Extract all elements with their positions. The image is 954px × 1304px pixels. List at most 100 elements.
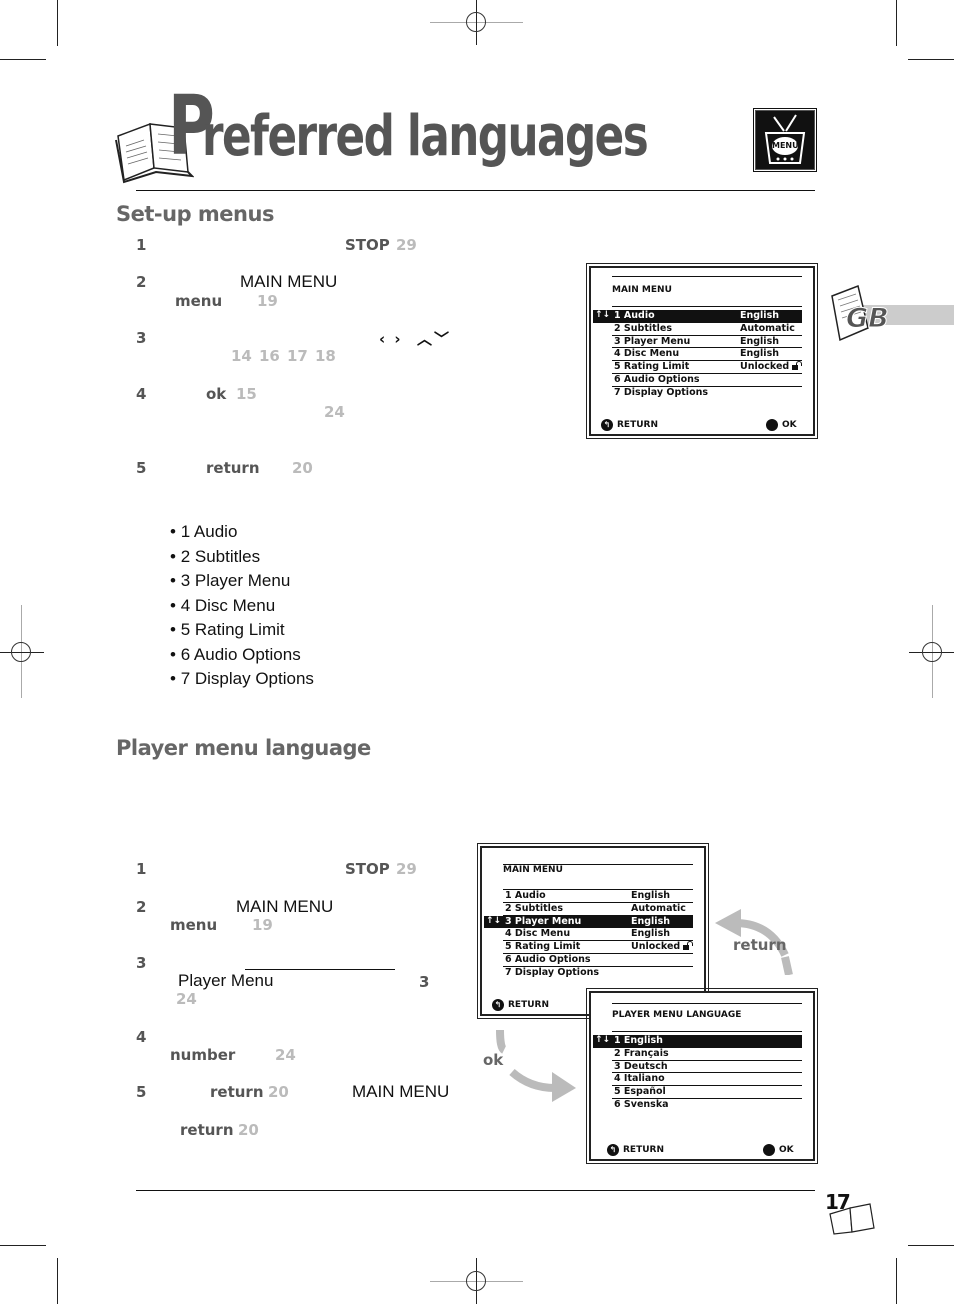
key-menu: menu (170, 916, 218, 934)
menu-item[interactable]: 5 Rating Limit Unlocked (503, 941, 693, 954)
menu-item[interactable]: 1 Audio English (612, 310, 802, 323)
menu-item-label: 5 Español (614, 1086, 666, 1098)
list-item: 7 Display Options (170, 667, 314, 692)
menu-item[interactable]: 4 Italiano (612, 1073, 802, 1087)
menu-item[interactable]: 2 Subtitles Automatic (612, 323, 802, 336)
up-down-arrows-icon: ↑↓ (484, 915, 504, 929)
ok-button[interactable]: OK (763, 1144, 794, 1156)
key-number: number (170, 1046, 236, 1064)
step-number: 5 (136, 459, 147, 477)
menu-item[interactable]: 3 Player Menu English (503, 915, 693, 929)
menu-item-label: 2 Subtitles (505, 902, 564, 914)
page-ref: 19 (257, 292, 278, 310)
menu-item-value: English (740, 335, 779, 347)
list-item: 6 Audio Options (170, 643, 314, 668)
menu-item-label: 2 Subtitles (614, 322, 673, 334)
return-button[interactable]: ↰ RETURN (607, 1144, 664, 1156)
ok-arrow-icon (496, 1030, 576, 1102)
step-number: 1 (136, 236, 147, 254)
crop-mark (0, 59, 46, 60)
ok-button[interactable]: OK (766, 419, 797, 431)
crop-mark (0, 1245, 46, 1246)
screen-title: MAIN MENU (503, 865, 563, 875)
crop-mark (896, 1258, 897, 1304)
menu-item[interactable]: 1 English (612, 1035, 802, 1048)
menu-item-label: 4 Disc Menu (614, 348, 680, 360)
menu-item-label: 2 Français (614, 1047, 669, 1059)
menu-item-label: 1 Audio (505, 890, 546, 901)
return-label: RETURN (623, 1145, 664, 1155)
menu-item-value: English (631, 928, 670, 940)
page-ref: 20 (238, 1121, 259, 1139)
crop-mark (908, 59, 954, 60)
menu-item[interactable]: 6 Audio Options (612, 374, 802, 387)
step-number: 3 (136, 329, 147, 347)
menu-item-value: English (631, 915, 670, 927)
page-ref: 24 (275, 1046, 296, 1064)
menu-item-value: Unlocked (631, 941, 681, 953)
page-ref: 19 (252, 916, 273, 934)
key-return: return (210, 1083, 264, 1101)
section-heading-player-menu-language: Player menu language (116, 736, 371, 760)
menu-item[interactable]: 1 Audio English (503, 890, 693, 903)
page-ref: 17 (287, 347, 308, 365)
menu-item-label: 1 Audio (614, 310, 655, 321)
unlocked-padlock-icon (683, 941, 693, 951)
menu-item[interactable]: 2 Français (612, 1048, 802, 1061)
menu-tv-icon: MENU (753, 108, 817, 172)
menu-item-label: 3 Player Menu (614, 335, 691, 347)
menu-item-label: 6 Audio Options (505, 954, 591, 965)
section-heading-setup: Set-up menus (116, 202, 274, 226)
step-number: 2 (136, 898, 147, 916)
menu-name: MAIN MENU (240, 272, 338, 291)
list-item: 4 Disc Menu (170, 594, 314, 619)
menu-options-list: 1 Audio 2 Subtitles 3 Player Menu 4 Disc… (170, 520, 314, 692)
menu-item-value: English (740, 310, 779, 321)
underline (245, 969, 395, 970)
page-ref: 15 (236, 385, 257, 403)
return-button[interactable]: ↰ RETURN (601, 419, 658, 431)
return-label: RETURN (617, 420, 658, 430)
menu-item-label: 5 Rating Limit (505, 941, 581, 953)
key-return: return (180, 1121, 234, 1139)
language-tab-label: GB (846, 303, 890, 335)
menu-item[interactable]: 7 Display Options (503, 967, 693, 980)
menu-item-label: 7 Display Options (614, 386, 709, 398)
return-icon: ↰ (492, 999, 504, 1011)
return-button[interactable]: ↰ RETURN (492, 999, 549, 1011)
menu-item-value: Automatic (740, 322, 795, 334)
menu-item-value: English (631, 890, 670, 901)
menu-item[interactable]: 3 Player Menu English (612, 336, 802, 349)
menu-item[interactable]: 5 Rating Limit Unlocked (612, 361, 802, 374)
menu-item-label: 4 Disc Menu (505, 928, 571, 940)
menu-item[interactable]: 4 Disc Menu English (503, 928, 693, 942)
menu-icon-label: MENU (772, 141, 799, 150)
crop-mark (57, 1258, 58, 1304)
screen-title: MAIN MENU (612, 285, 672, 295)
page-ref: 29 (396, 236, 417, 254)
menu-item[interactable]: 6 Audio Options (503, 954, 693, 967)
step-number: 3 (136, 954, 147, 972)
header-rule (136, 190, 815, 191)
page-ref: 24 (324, 403, 345, 421)
page-ref: 29 (396, 860, 417, 878)
menu-item[interactable]: 3 Deutsch (612, 1061, 802, 1074)
navigation-arrows-icon: ‹ › ︿﹀ (379, 330, 452, 348)
menu-item-value: English (740, 348, 779, 360)
menu-item[interactable]: 4 Disc Menu English (612, 348, 802, 362)
screen-player-menu-language: PLAYER MENU LANGUAGE ↰ RETURN OK 1 Englis… (586, 988, 818, 1164)
page-ref: 14 (231, 347, 252, 365)
item-number: 3 (419, 973, 430, 991)
menu-item[interactable]: 7 Display Options (612, 387, 802, 400)
menu-item[interactable]: 6 Svenska (612, 1099, 802, 1112)
menu-item[interactable]: 5 Español (612, 1086, 802, 1099)
step-number: 1 (136, 860, 147, 878)
crop-mark (57, 0, 58, 46)
crop-mark (896, 0, 897, 46)
page-ref: 20 (268, 1083, 289, 1101)
page-ref: 20 (292, 459, 313, 477)
menu-name: MAIN MENU (236, 897, 334, 916)
page-ref: 24 (176, 990, 197, 1008)
menu-item[interactable]: 2 Subtitles Automatic (503, 903, 693, 916)
list-item: 5 Rating Limit (170, 618, 314, 643)
